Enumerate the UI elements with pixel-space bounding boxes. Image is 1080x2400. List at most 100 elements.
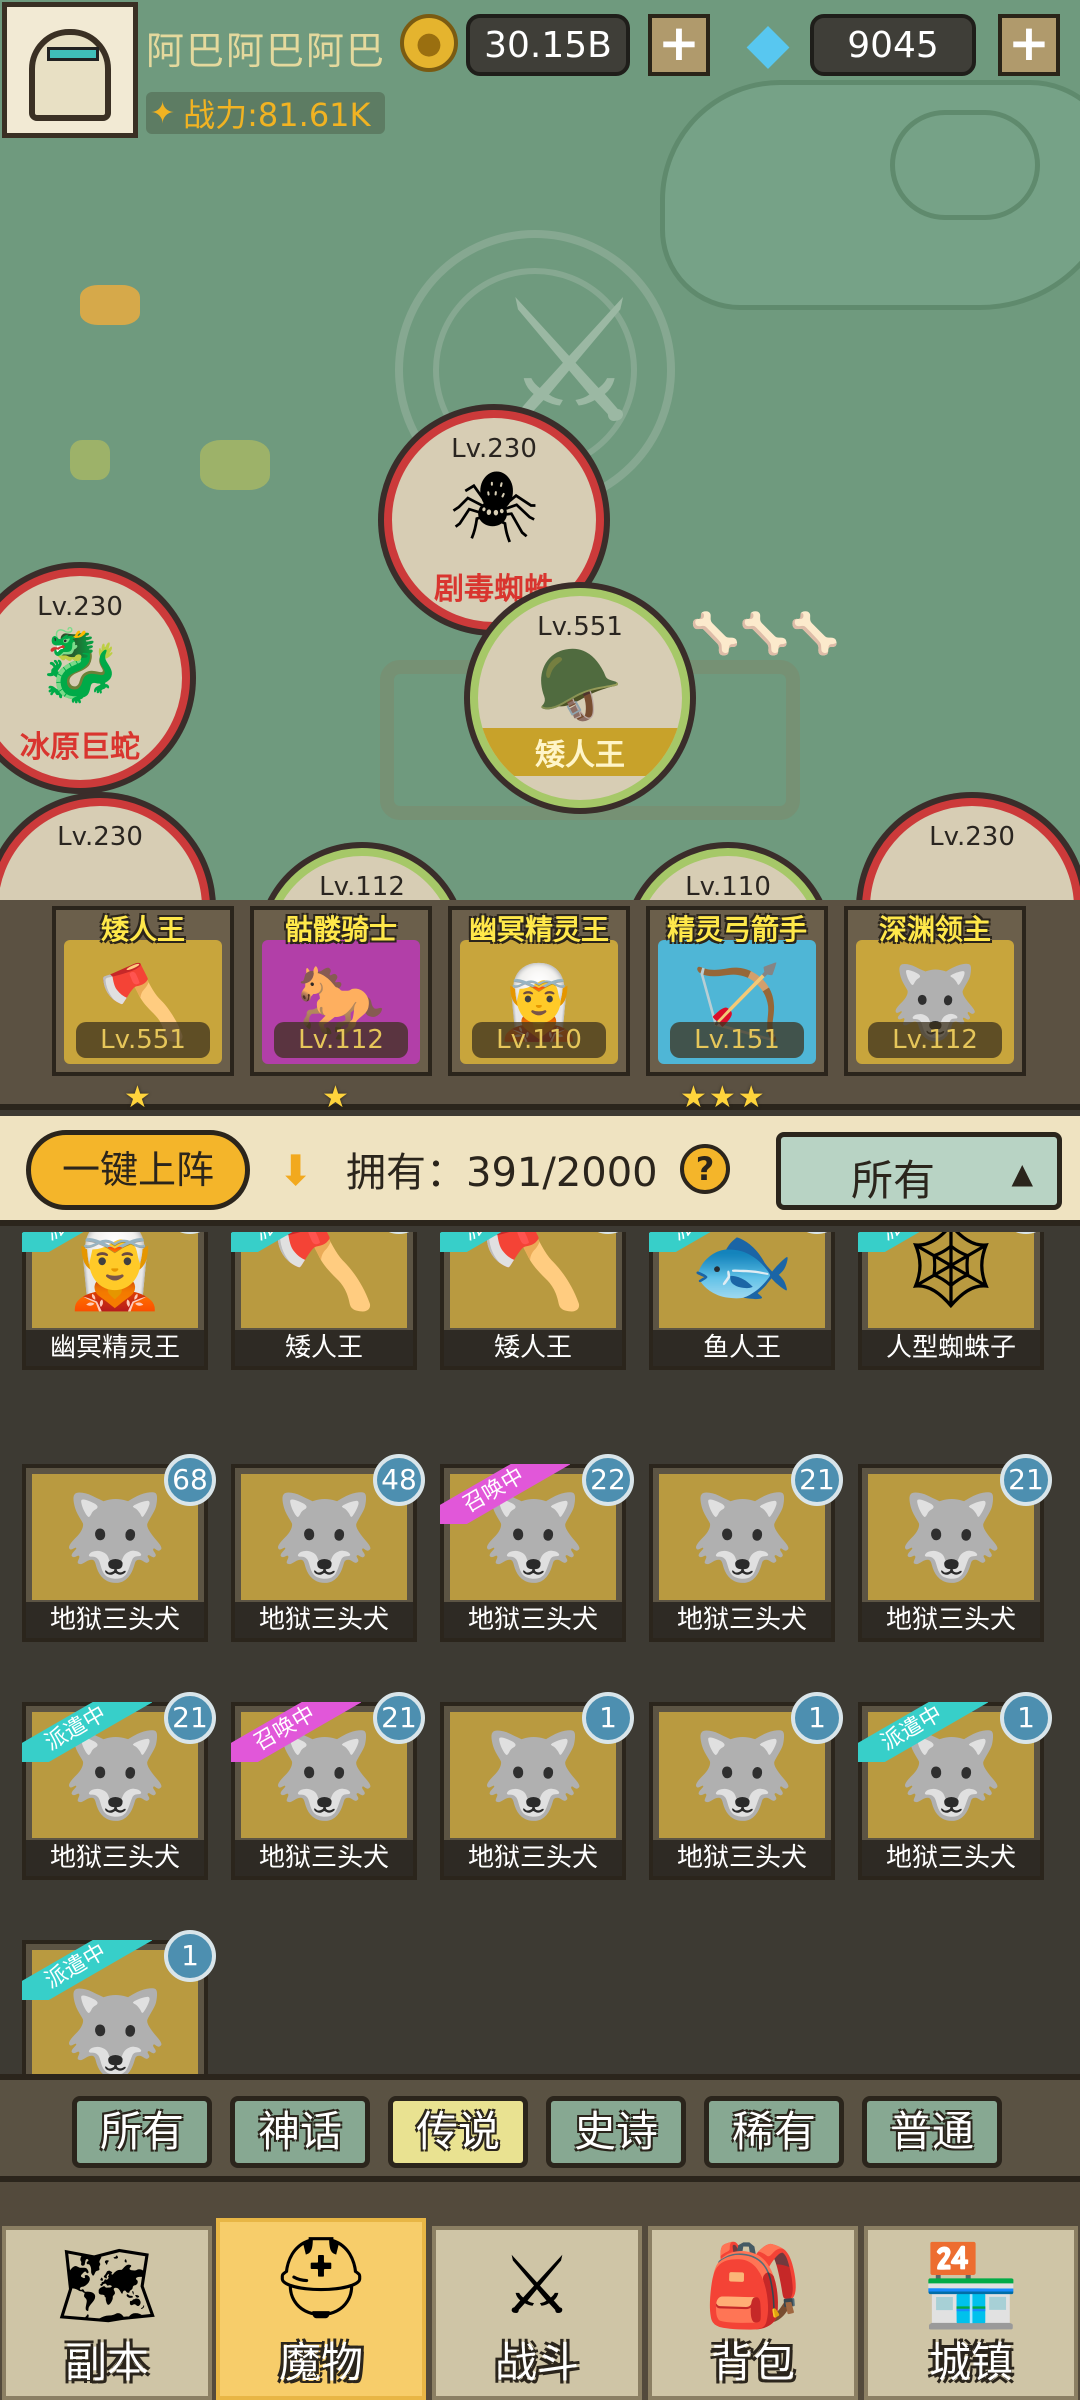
team-slot-2-stars: ★ (322, 1080, 351, 1115)
node-level: Lv.230 (37, 592, 123, 622)
filter-dropdown-value: 所有 (851, 1156, 936, 1205)
monster-name: 地狱三头犬 (444, 1840, 622, 1876)
count-badge: 1 (791, 1692, 843, 1744)
count-badge: 68 (164, 1454, 216, 1506)
monster-grid[interactable]: 🧝 派遣中 1 幽冥精灵王 🪓 派遣中 21 矮人王 🪓 派遣中 1 矮人王 🐟… (0, 1232, 1080, 2074)
team-slot-5[interactable]: 深渊领主 🐺 Lv.112 (844, 906, 1026, 1076)
monster-card[interactable]: 🐺 派遣中 1 (22, 1930, 216, 2074)
monster-card[interactable]: 🐺 召唤中 21 地狱三头犬 (231, 1692, 425, 1880)
monster-card[interactable]: 🧝 派遣中 1 幽冥精灵王 (22, 1232, 216, 1370)
monster-card[interactable]: 🐺 48 地狱三头犬 (231, 1454, 425, 1642)
team-hero-level: Lv.151 (670, 1022, 804, 1058)
serpent-portrait: 🐉 (36, 624, 124, 706)
owned-count: 拥有：391/2000 (346, 1150, 658, 1196)
monster-name: 矮人王 (444, 1330, 622, 1366)
nav-label: 城镇 (928, 2338, 1013, 2387)
node-name: 冰原巨蛇 (20, 730, 140, 765)
add-coins-button[interactable]: + (648, 14, 710, 76)
team-slot-3[interactable]: 幽冥精灵王 🧝 Lv.110 (448, 906, 630, 1076)
coin-icon: ● (400, 14, 458, 72)
monster-name: 地狱三头犬 (444, 1602, 622, 1638)
count-badge: 1 (1000, 1692, 1052, 1744)
monster-name: 人型蜘蛛子 (862, 1330, 1040, 1366)
count-badge: 21 (164, 1692, 216, 1744)
monster-name: 地狱三头犬 (653, 1602, 831, 1638)
nav-monsters[interactable]: ⛑ 魔物 (216, 2218, 426, 2400)
monster-card[interactable]: 🐺 1 地狱三头犬 (440, 1692, 634, 1880)
auto-deploy-button[interactable]: 一键上阵 (26, 1130, 250, 1210)
map-node-ice-serpent[interactable]: Lv.230 🐉 冰原巨蛇 (0, 568, 190, 788)
help-icon[interactable]: ? (680, 1144, 730, 1194)
count-badge: 1 (164, 1930, 216, 1982)
nav-dungeon[interactable]: 🗺 副本 (2, 2226, 212, 2400)
monster-card[interactable]: 🐺 派遣中 1 地狱三头犬 (858, 1692, 1052, 1880)
monster-card[interactable]: 🐺 召唤中 22 地狱三头犬 (440, 1454, 634, 1642)
node-level: Lv.112 (319, 872, 405, 902)
team-hero-name: 骷髅骑士 (284, 913, 397, 946)
monster-card[interactable]: 🐟 派遣中 1 鱼人王 (649, 1232, 843, 1370)
nav-label: 副本 (64, 2338, 149, 2387)
boat-decoration (80, 285, 140, 325)
dispatch-ribbon: 派遣中 (231, 1232, 361, 1252)
monster-name: 地狱三头犬 (26, 1602, 204, 1638)
nav-battle[interactable]: ⚔ 战斗 (432, 2226, 642, 2400)
team-slot-4-stars: ★★★ (680, 1080, 767, 1115)
rarity-tab-rare[interactable]: 稀有 (704, 2096, 844, 2168)
team-slot-4[interactable]: 精灵弓箭手 🏹 Lv.151 (646, 906, 828, 1076)
monster-name: 地狱三头犬 (862, 1840, 1040, 1876)
monster-card[interactable]: 🐺 21 地狱三头犬 (858, 1454, 1052, 1642)
dispatch-ribbon: 派遣中 (22, 1232, 152, 1252)
collection-toolbar: 一键上阵 ⬇ 拥有：391/2000 ? 所有 ▲ (0, 1116, 1080, 1226)
backpack-icon: 🎒 (703, 2239, 803, 2332)
node-level: Lv.110 (685, 872, 771, 902)
filter-dropdown[interactable]: 所有 ▲ (776, 1132, 1062, 1210)
crossed-swords-icon: ⚔ (501, 2239, 573, 2332)
add-gems-button[interactable]: + (998, 14, 1060, 76)
team-slot-1[interactable]: 矮人王 🪓 Lv.551 (52, 906, 234, 1076)
dragon-skeleton-decoration: 🦴🦴🦴 (690, 611, 840, 657)
monster-card[interactable]: 🐺 68 地狱三头犬 (22, 1454, 216, 1642)
island-decoration (200, 440, 270, 490)
monster-card[interactable]: 🕸 派遣中 1 人型蜘蛛子 (858, 1232, 1052, 1370)
dispatch-ribbon: 派遣中 (22, 1940, 152, 2000)
coin-balance: 30.15B (466, 14, 630, 76)
rarity-tab-epic[interactable]: 史诗 (546, 2096, 686, 2168)
rarity-filter-tabs: 所有 神话 传说 史诗 稀有 普通 (0, 2074, 1080, 2182)
player-avatar[interactable] (2, 2, 138, 138)
power-value: 战力:81.61K (183, 96, 371, 134)
team-slot-1-stars: ★ (124, 1080, 153, 1115)
sort-arrow-icon[interactable]: ⬇ (278, 1146, 313, 1195)
monster-card[interactable]: 🪓 派遣中 1 矮人王 (440, 1232, 634, 1370)
monster-name: 地狱三头犬 (26, 1840, 204, 1876)
rarity-tab-all[interactable]: 所有 (72, 2096, 212, 2168)
monster-name: 地狱三头犬 (653, 1840, 831, 1876)
dispatch-ribbon: 派遣中 (22, 1702, 152, 1762)
monster-helmet-icon: ⛑ (270, 2231, 372, 2324)
monster-name: 幽冥精灵王 (26, 1330, 204, 1366)
team-slot-2[interactable]: 骷髅骑士 🐎 Lv.112 (250, 906, 432, 1076)
team-hero-name: 矮人王 (100, 913, 185, 946)
nav-town[interactable]: 🏪 城镇 (864, 2226, 1078, 2400)
monster-card[interactable]: 🐺 派遣中 21 地狱三头犬 (22, 1692, 216, 1880)
team-hero-level: Lv.110 (472, 1022, 606, 1058)
monster-card[interactable]: 🐺 1 地狱三头犬 (649, 1692, 843, 1880)
summon-ribbon: 召唤中 (231, 1702, 361, 1762)
rarity-tab-mythic[interactable]: 神话 (230, 2096, 370, 2168)
nav-backpack[interactable]: 🎒 背包 (648, 2226, 858, 2400)
dwarf-portrait: 🪖 (536, 644, 624, 726)
rarity-tab-common[interactable]: 普通 (862, 2096, 1002, 2168)
dispatch-ribbon: 派遣中 (858, 1702, 988, 1762)
team-hero-name: 精灵弓箭手 (666, 913, 807, 946)
dispatch-ribbon: 派遣中 (649, 1232, 779, 1252)
count-badge: 48 (373, 1454, 425, 1506)
monster-card[interactable]: 🐺 21 地狱三头犬 (649, 1454, 843, 1642)
spider-portrait: 🕷 (449, 466, 539, 548)
map-scroll-icon: 🗺 (56, 2239, 158, 2332)
monster-card[interactable]: 🪓 派遣中 21 矮人王 (231, 1232, 425, 1370)
power-icon: ✦ (150, 95, 176, 131)
team-lineup: 矮人王 🪓 Lv.551 ★ 骷髅骑士 🐎 Lv.112 ★ 幽冥精灵王 🧝 L… (0, 900, 1080, 1115)
map-node-dwarf-king[interactable]: Lv.551 🪖 矮人王 (470, 588, 690, 808)
rarity-tab-legendary[interactable]: 传说 (388, 2096, 528, 2168)
diamond-icon: ◆ (746, 11, 790, 76)
nav-label: 战斗 (494, 2338, 579, 2387)
